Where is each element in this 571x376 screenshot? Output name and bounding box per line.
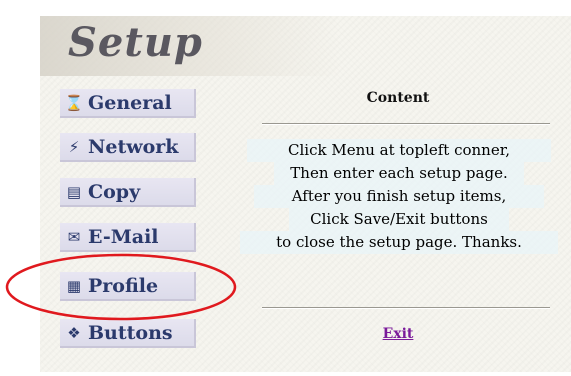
hourglass-icon: ⌛	[64, 93, 84, 112]
profile-icon: ▦	[66, 276, 82, 295]
network-icon: ⚡	[68, 137, 80, 156]
content-line: Click Save/Exit buttons	[289, 208, 509, 231]
sidebar-item-email[interactable]: ✉ E-Mail	[60, 223, 196, 252]
sidebar-item-profile[interactable]: ▦ Profile	[60, 272, 196, 301]
content-line: Then enter each setup page.	[274, 162, 524, 185]
content-line: Click Menu at topleft conner,	[247, 139, 551, 162]
sidebar-item-label: Buttons	[88, 321, 173, 344]
divider	[262, 123, 550, 125]
content-heading: Content	[366, 90, 430, 106]
page-title: Setup	[68, 19, 203, 66]
divider	[262, 307, 550, 309]
sidebar-item-label: Network	[88, 135, 179, 158]
content-line: to close the setup page. Thanks.	[240, 231, 558, 254]
sidebar-item-label: General	[88, 91, 172, 114]
sidebar-item-network[interactable]: ⚡ Network	[60, 133, 196, 162]
content-line: After you finish setup items,	[254, 185, 544, 208]
copy-icon: ▤	[66, 182, 82, 201]
sidebar-item-buttons[interactable]: ❖ Buttons	[60, 319, 196, 348]
sidebar-item-label: Profile	[88, 274, 159, 297]
buttons-icon: ❖	[67, 323, 81, 342]
exit-link[interactable]: Exit	[240, 326, 556, 342]
email-icon: ✉	[67, 227, 81, 246]
sidebar-item-general[interactable]: ⌛ General	[60, 89, 196, 118]
content-text: Click Menu at topleft conner, Then enter…	[240, 139, 558, 254]
sidebar-item-label: E-Mail	[88, 225, 159, 248]
sidebar-item-copy[interactable]: ▤ Copy	[60, 178, 196, 207]
sidebar-item-label: Copy	[88, 180, 141, 203]
